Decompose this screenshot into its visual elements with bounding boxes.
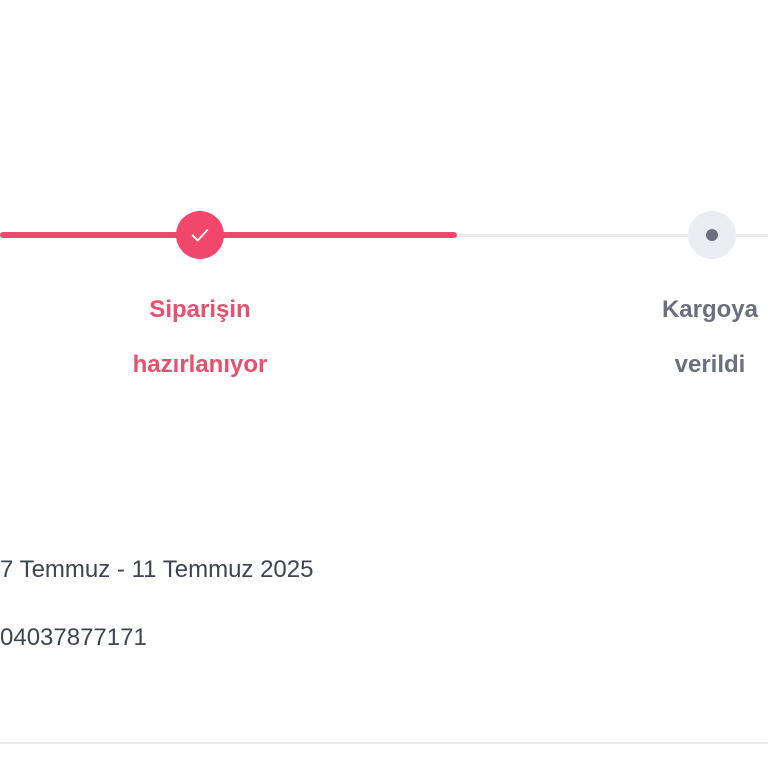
step-shipped-label-line1: Kargoya bbox=[661, 296, 759, 323]
section-divider bbox=[0, 742, 768, 744]
check-icon bbox=[191, 229, 209, 242]
step-shipped-label: Kargoya verildi bbox=[620, 282, 768, 392]
order-number: 04037877171 bbox=[0, 624, 147, 651]
step-preparing-label-line2: hazırlanıyor bbox=[132, 351, 268, 378]
order-tracking-page: Siparişin hazırlanıyor Kargoya verildi 7… bbox=[0, 0, 768, 768]
step-preparing-marker bbox=[176, 211, 224, 259]
step-preparing-label-line1: Siparişin bbox=[149, 296, 251, 323]
progress-line-completed bbox=[0, 232, 457, 238]
step-shipped-label-line2: verildi bbox=[674, 351, 746, 378]
dot-icon bbox=[706, 229, 718, 241]
step-preparing-label: Siparişin hazırlanıyor bbox=[100, 282, 300, 392]
delivery-date-range: 7 Temmuz - 11 Temmuz 2025 bbox=[0, 556, 314, 583]
step-shipped-marker bbox=[688, 211, 736, 259]
